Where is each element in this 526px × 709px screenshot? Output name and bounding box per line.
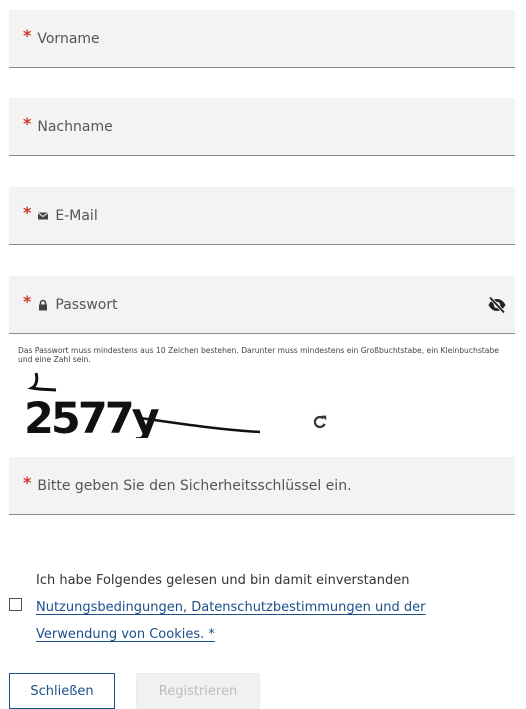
close-button[interactable]: Schließen: [9, 673, 115, 709]
lastname-placeholder: Nachname: [37, 118, 113, 135]
captcha-input-field[interactable]: * Bitte geben Sie den Sicherheitsschlüss…: [9, 457, 515, 515]
required-marker: *: [23, 472, 32, 492]
captcha-image: 2577y: [24, 372, 261, 438]
firstname-field[interactable]: * Vorname: [9, 10, 515, 68]
password-placeholder: Passwort: [55, 296, 118, 313]
register-button[interactable]: Registrieren: [136, 673, 260, 709]
lastname-field[interactable]: * Nachname: [9, 98, 515, 156]
firstname-field-content: * Vorname: [23, 10, 100, 67]
password-hint: Das Passwort muss mindestens aus 10 Zeic…: [18, 346, 499, 364]
captcha-input-placeholder: Bitte geben Sie den Sicherheitsschlüssel…: [37, 477, 352, 494]
consent-block: Ich habe Folgendes gelesen und bin damit…: [36, 567, 506, 648]
terms-link[interactable]: Nutzungsbedingungen, Datenschutzbestimmu…: [36, 600, 425, 642]
required-marker: *: [23, 113, 32, 133]
email-placeholder: E-Mail: [55, 207, 98, 224]
refresh-icon[interactable]: [312, 414, 328, 430]
password-field[interactable]: * Passwort: [9, 276, 515, 334]
required-marker: *: [23, 202, 32, 222]
email-field-content: * E-Mail: [23, 187, 98, 244]
envelope-icon: [37, 210, 49, 222]
firstname-placeholder: Vorname: [37, 30, 100, 47]
consent-checkbox[interactable]: [9, 598, 22, 611]
email-field[interactable]: * E-Mail: [9, 187, 515, 245]
captcha-text: 2577y: [24, 394, 160, 438]
eye-slash-icon[interactable]: [487, 296, 507, 314]
lock-icon: [37, 299, 49, 311]
required-marker: *: [23, 25, 32, 45]
lastname-field-content: * Nachname: [23, 98, 113, 155]
password-field-content: * Passwort: [23, 276, 118, 333]
consent-text: Ich habe Folgendes gelesen und bin damit…: [36, 573, 410, 588]
captcha-input-content: * Bitte geben Sie den Sicherheitsschlüss…: [23, 457, 352, 514]
required-marker: *: [23, 291, 32, 311]
